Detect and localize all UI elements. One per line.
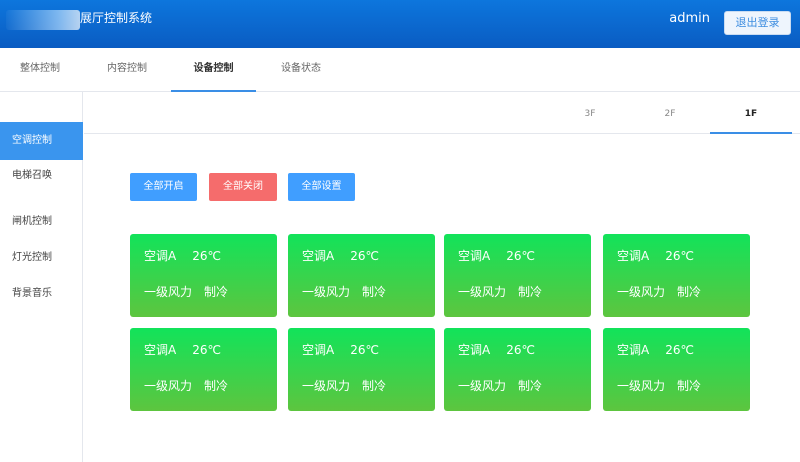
ac-temperature: 26℃: [350, 343, 379, 357]
ac-temperature: 26℃: [665, 343, 694, 357]
ac-name: 空调A: [458, 343, 491, 357]
floor-tab-1f[interactable]: 1F: [710, 92, 792, 134]
all-settings-button[interactable]: 全部设置: [288, 173, 355, 201]
ac-card[interactable]: 空调A 26℃ 一级风力 制冷: [444, 328, 591, 411]
ac-mode: 制冷: [204, 285, 229, 299]
ac-temperature: 26℃: [506, 343, 535, 357]
tab-device-control[interactable]: 设备控制: [171, 48, 256, 92]
ac-temperature: 26℃: [506, 249, 535, 263]
ac-name: 空调A: [302, 249, 335, 263]
ac-card[interactable]: 空调A 26℃ 一级风力 制冷: [288, 234, 435, 317]
logout-button[interactable]: 退出登录: [724, 11, 791, 35]
tab-device-status[interactable]: 设备状态: [262, 48, 340, 92]
top-nav: 整体控制 内容控制 设备控制 设备状态: [0, 48, 800, 92]
sidebar: 空调控制 电梯召唤 闸机控制 灯光控制 背景音乐: [0, 92, 83, 462]
ac-card[interactable]: 空调A 26℃ 一级风力 制冷: [603, 234, 750, 317]
app-header: 展厅控制系统 admin 退出登录: [0, 0, 800, 48]
ac-card[interactable]: 空调A 26℃ 一级风力 制冷: [603, 328, 750, 411]
ac-fan-level: 一级风力: [617, 285, 666, 299]
ac-fan-level: 一级风力: [144, 379, 193, 393]
ac-temperature: 26℃: [192, 249, 221, 263]
ac-mode: 制冷: [677, 285, 702, 299]
ac-mode: 制冷: [204, 379, 229, 393]
ac-name: 空调A: [617, 343, 650, 357]
sidebar-item-gate-control[interactable]: 闸机控制: [0, 205, 83, 239]
ac-card[interactable]: 空调A 26℃ 一级风力 制冷: [444, 234, 591, 317]
ac-mode: 制冷: [362, 379, 387, 393]
ac-fan-level: 一级风力: [458, 285, 507, 299]
ac-name: 空调A: [144, 249, 177, 263]
ac-name: 空调A: [617, 249, 650, 263]
floor-tab-3f[interactable]: 3F: [550, 92, 630, 134]
floor-tabs: 3F 2F 1F: [84, 92, 800, 134]
ac-fan-level: 一级风力: [302, 285, 351, 299]
ac-temperature: 26℃: [350, 249, 379, 263]
ac-fan-level: 一级风力: [302, 379, 351, 393]
tab-overall-control[interactable]: 整体控制: [0, 48, 80, 92]
ac-mode: 制冷: [677, 379, 702, 393]
ac-name: 空调A: [302, 343, 335, 357]
user-name: admin: [669, 11, 710, 26]
app-title: 展厅控制系统: [80, 11, 153, 25]
logo: [6, 10, 80, 30]
sidebar-item-ac-control[interactable]: 空调控制: [0, 122, 83, 160]
tab-content-control[interactable]: 内容控制: [88, 48, 166, 92]
all-off-button[interactable]: 全部关闭: [209, 173, 277, 201]
ac-temperature: 26℃: [665, 249, 694, 263]
ac-fan-level: 一级风力: [144, 285, 193, 299]
ac-temperature: 26℃: [192, 343, 221, 357]
ac-fan-level: 一级风力: [458, 379, 507, 393]
ac-mode: 制冷: [362, 285, 387, 299]
ac-fan-level: 一级风力: [617, 379, 666, 393]
floor-tab-2f[interactable]: 2F: [630, 92, 710, 134]
all-on-button[interactable]: 全部开启: [130, 173, 197, 201]
ac-name: 空调A: [144, 343, 177, 357]
sidebar-item-background-music[interactable]: 背景音乐: [0, 277, 83, 311]
ac-mode: 制冷: [518, 285, 543, 299]
sidebar-item-elevator-call[interactable]: 电梯召唤: [0, 159, 83, 193]
ac-mode: 制冷: [518, 379, 543, 393]
ac-card[interactable]: 空调A 26℃ 一级风力 制冷: [130, 328, 277, 411]
sidebar-item-light-control[interactable]: 灯光控制: [0, 241, 83, 275]
ac-card[interactable]: 空调A 26℃ 一级风力 制冷: [288, 328, 435, 411]
ac-card[interactable]: 空调A 26℃ 一级风力 制冷: [130, 234, 277, 317]
ac-name: 空调A: [458, 249, 491, 263]
